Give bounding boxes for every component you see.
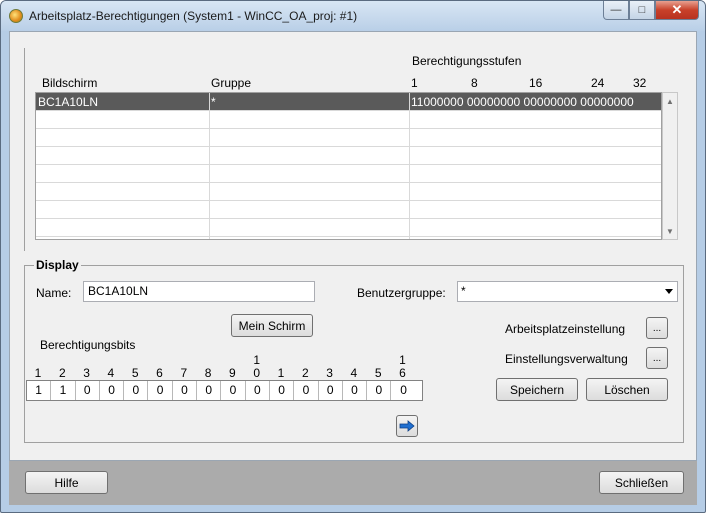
bit-cell[interactable]: 0 (367, 381, 392, 400)
loeschen-button[interactable]: Löschen (586, 378, 668, 401)
bit-cell[interactable]: 0 (319, 381, 343, 400)
bit-number-ones: 3 (326, 366, 333, 380)
bit-cell[interactable]: 0 (246, 381, 270, 400)
benutzergruppe-value: * (461, 284, 466, 298)
bit-number-ones: 1 (277, 366, 285, 380)
bit-number-ones: 7 (180, 366, 188, 380)
table-row[interactable] (36, 111, 661, 129)
benutzergruppe-label: Benutzergruppe: (357, 286, 446, 300)
header-tick-8: 8 (471, 76, 478, 90)
bit-number-tens: 1 (399, 353, 406, 367)
title-bar[interactable]: Arbeitsplatz-Berechtigungen (System1 - W… (1, 1, 705, 31)
header-tick-1: 1 (411, 76, 418, 90)
cell-bildschirm: BC1A10LN (38, 95, 99, 109)
benutzergruppe-select[interactable]: * (457, 281, 678, 302)
bit-number-ones: 4 (107, 366, 115, 380)
name-label: Name: (36, 286, 72, 300)
app-icon (9, 9, 23, 23)
header-berechtigungsstufen: Berechtigungsstufen (412, 54, 522, 68)
arrow-right-icon (399, 420, 415, 432)
bit-number-ones: 8 (204, 366, 212, 380)
bit-cell[interactable]: 0 (124, 381, 149, 400)
mein-schirm-button[interactable]: Mein Schirm (231, 314, 313, 337)
bit-number-ones: 2 (301, 366, 309, 380)
apply-arrow-button[interactable] (396, 415, 418, 437)
scroll-down-icon[interactable]: ▼ (663, 223, 677, 239)
bit-number-ones: 6 (156, 366, 163, 380)
header-tick-32: 32 (633, 76, 647, 90)
scroll-up-icon[interactable]: ▲ (663, 93, 677, 109)
header-gruppe[interactable]: Gruppe (211, 76, 251, 90)
table-row[interactable] (36, 201, 661, 219)
bit-number-ones: 2 (58, 366, 66, 380)
header-bildschirm[interactable]: Bildschirm (42, 76, 97, 90)
bit-number-tens: 1 (253, 353, 261, 367)
dialog-window: Arbeitsplatz-Berechtigungen (System1 - W… (0, 0, 706, 513)
minimize-button[interactable]: — (603, 1, 629, 20)
einstellungsverwaltung-button[interactable]: ... (646, 347, 668, 369)
schliessen-button[interactable]: Schließen (599, 471, 684, 494)
column-divider (409, 93, 410, 239)
table-row[interactable] (36, 165, 661, 183)
bits-table[interactable]: 1100000000000000 (26, 380, 423, 401)
cell-gruppe: * (211, 95, 216, 109)
name-input[interactable]: BC1A10LN (83, 281, 315, 302)
header-tick-24: 24 (591, 76, 605, 90)
bit-number-ones: 0 (253, 366, 261, 380)
table-row[interactable] (36, 129, 661, 147)
bit-number-ones: 1 (34, 366, 42, 380)
bit-cell[interactable]: 0 (270, 381, 295, 400)
bit-number-ones: 9 (229, 366, 236, 380)
cell-stufen: 11000000 00000000 00000000 00000000 (411, 95, 634, 109)
bit-cell[interactable]: 0 (197, 381, 222, 400)
dialog-footer: Hilfe Schließen (9, 461, 697, 505)
bit-cell[interactable]: 0 (148, 381, 173, 400)
bit-number-ones: 6 (399, 366, 406, 380)
arbeitsplatzeinstellung-label: Arbeitsplatzeinstellung (505, 322, 626, 336)
berechtigungsbits-label: Berechtigungsbits (40, 338, 136, 352)
dialog-client-area: Berechtigungsstufen Bildschirm Gruppe 1 … (9, 31, 697, 461)
bit-cell[interactable]: 1 (51, 381, 76, 400)
window-title: Arbeitsplatz-Berechtigungen (System1 - W… (29, 9, 358, 23)
bit-cell[interactable]: 0 (221, 381, 246, 400)
caption-buttons: — □ ✕ (603, 1, 699, 21)
chevron-down-icon (665, 289, 673, 294)
permissions-table[interactable]: BC1A10LN * 11000000 00000000 00000000 00… (35, 92, 662, 240)
bit-cell[interactable]: 0 (173, 381, 198, 400)
arbeitsplatzeinstellung-button[interactable]: ... (646, 317, 668, 339)
bit-cell[interactable]: 0 (294, 381, 319, 400)
bit-number-ones: 5 (131, 366, 139, 380)
table-scrollbar[interactable]: ▲ ▼ (662, 92, 678, 240)
bit-number-ones: 4 (350, 366, 358, 380)
bit-cell[interactable]: 0 (76, 381, 100, 400)
display-group-title: Display (34, 258, 81, 272)
table-row[interactable] (36, 147, 661, 165)
column-divider (209, 93, 210, 239)
speichern-button[interactable]: Speichern (496, 378, 578, 401)
table-row[interactable] (36, 219, 661, 237)
header-tick-16: 16 (529, 76, 543, 90)
maximize-button[interactable]: □ (629, 1, 655, 20)
bit-cell[interactable]: 0 (100, 381, 125, 400)
einstellungsverwaltung-label: Einstellungsverwaltung (505, 352, 628, 366)
table-area: Berechtigungsstufen Bildschirm Gruppe 1 … (25, 48, 684, 251)
bit-cell[interactable]: 0 (343, 381, 368, 400)
table-row[interactable]: BC1A10LN * 11000000 00000000 00000000 00… (36, 93, 661, 111)
bit-number-ones: 5 (374, 366, 382, 380)
close-button[interactable]: ✕ (655, 1, 699, 20)
bit-number-ones: 3 (83, 366, 90, 380)
hilfe-button[interactable]: Hilfe (25, 471, 108, 494)
bit-cell[interactable]: 0 (391, 381, 415, 400)
bit-cell[interactable]: 1 (27, 381, 52, 400)
table-row[interactable] (36, 183, 661, 201)
